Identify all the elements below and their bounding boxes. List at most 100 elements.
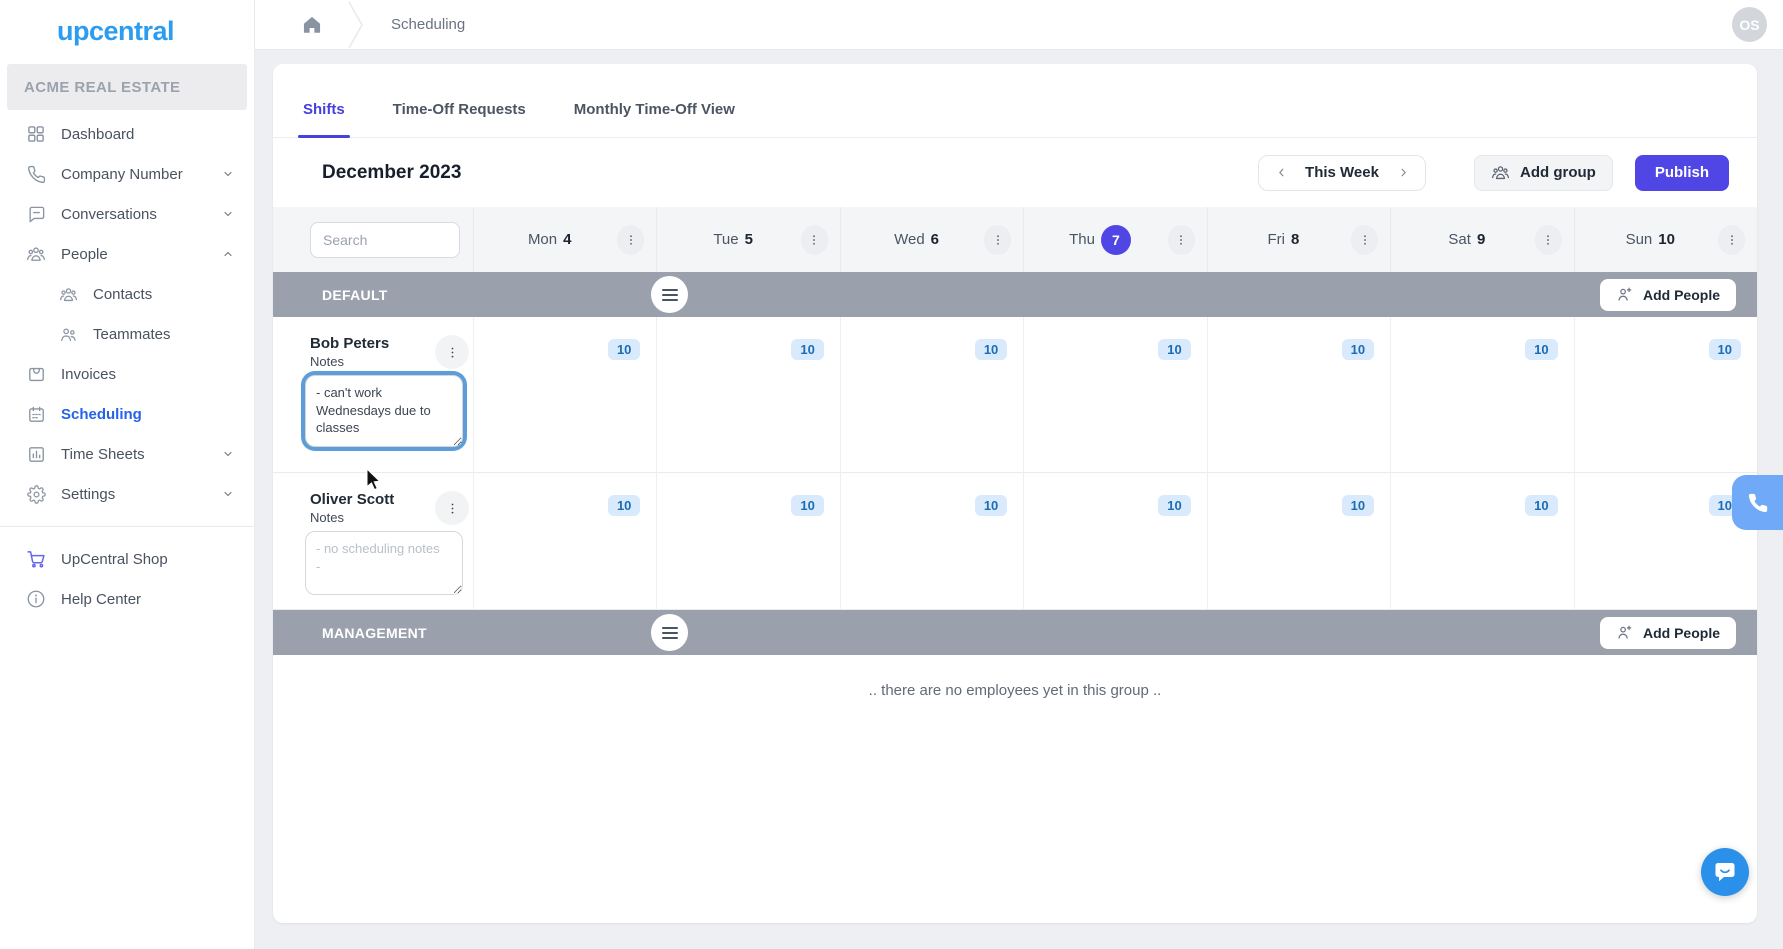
day-menu-kebab-icon[interactable] — [984, 225, 1011, 255]
day-menu-kebab-icon[interactable] — [801, 225, 828, 255]
hours-badge[interactable]: 10 — [791, 339, 823, 360]
day-name: Wed — [894, 231, 925, 248]
hours-badge[interactable]: 10 — [608, 339, 640, 360]
chevron-down-icon — [222, 208, 234, 220]
day-number: 6 — [931, 231, 939, 248]
group-menu-hamburger-icon[interactable] — [651, 276, 688, 313]
publish-button[interactable]: Publish — [1635, 155, 1729, 191]
sidebar-item-contacts[interactable]: Contacts — [0, 274, 254, 314]
sidebar-item-scheduling[interactable]: Scheduling — [0, 394, 254, 434]
hours-badge[interactable]: 10 — [1525, 339, 1557, 360]
sidebar-item-label: People — [61, 246, 108, 263]
shift-cell: 10 — [473, 317, 656, 473]
tab-time-off-requests[interactable]: Time-Off Requests — [391, 82, 528, 138]
avatar[interactable]: OS — [1732, 7, 1767, 42]
day-menu-kebab-icon[interactable] — [1718, 225, 1745, 255]
day-menu-kebab-icon[interactable] — [1168, 225, 1195, 255]
group-name: DEFAULT — [322, 287, 388, 303]
sidebar-item-dashboard[interactable]: Dashboard — [0, 114, 254, 154]
employee-menu-kebab-icon[interactable] — [435, 335, 469, 369]
sidebar-item-settings[interactable]: Settings — [0, 474, 254, 514]
employee-cell: Bob Peters Notes - can't work Wednesdays… — [273, 317, 473, 473]
shift-cell: 10 — [1207, 473, 1390, 610]
sidebar-item-label: Dashboard — [61, 126, 134, 143]
toolbar-actions: This Week Add group Publish — [1258, 155, 1729, 191]
hours-badge[interactable]: 10 — [1709, 339, 1741, 360]
people-group-icon — [1491, 163, 1510, 182]
day-header-tue: Tue 5 — [656, 207, 839, 272]
week-label: This Week — [1293, 164, 1391, 181]
prev-week-button[interactable] — [1269, 161, 1293, 185]
hours-badge[interactable]: 10 — [1525, 495, 1557, 516]
breadcrumb-separator — [345, 0, 367, 50]
day-header-mon: Mon4 — [473, 207, 656, 272]
sidebar-item-invoices[interactable]: Invoices — [0, 354, 254, 394]
month-title: December 2023 — [322, 162, 461, 184]
sidebar-item-label: Contacts — [93, 286, 152, 303]
day-number: 9 — [1477, 231, 1485, 248]
sidebar-item-help-center[interactable]: Help Center — [0, 579, 254, 619]
day-name: Tue — [713, 231, 738, 248]
next-week-button[interactable] — [1391, 161, 1415, 185]
employee-menu-kebab-icon[interactable] — [435, 491, 469, 525]
phone-call-tab[interactable] — [1732, 475, 1783, 530]
contacts-icon — [57, 283, 79, 305]
hours-badge[interactable]: 10 — [791, 495, 823, 516]
day-number: 5 — [745, 231, 753, 248]
hours-badge[interactable]: 10 — [1158, 495, 1190, 516]
tab-monthly-time-off-view[interactable]: Monthly Time-Off View — [572, 82, 737, 138]
day-number: 8 — [1291, 231, 1299, 248]
sidebar-item-teammates[interactable]: Teammates — [0, 314, 254, 354]
chevron-down-icon — [222, 448, 234, 460]
tab-shifts[interactable]: Shifts — [301, 82, 347, 138]
person-plus-icon — [1616, 286, 1633, 303]
employee-row-bob-peters: Bob Peters Notes - can't work Wednesdays… — [273, 317, 1757, 473]
day-menu-kebab-icon[interactable] — [617, 225, 644, 255]
shift-cell: 10 — [473, 473, 656, 610]
search-input[interactable] — [310, 222, 460, 258]
sidebar-item-company-number[interactable]: Company Number — [0, 154, 254, 194]
sidebar-item-label: Conversations — [61, 206, 157, 223]
notes-textarea[interactable] — [305, 531, 463, 595]
sidebar-item-label: Company Number — [61, 166, 183, 183]
phone-icon — [1748, 493, 1766, 511]
breadcrumb[interactable]: Scheduling — [391, 16, 465, 33]
shift-cell: 10 — [1023, 473, 1206, 610]
schedule-toolbar: December 2023 This Week Add group Publis… — [273, 138, 1757, 207]
sidebar-item-people[interactable]: People — [0, 234, 254, 274]
hours-badge[interactable]: 10 — [1158, 339, 1190, 360]
day-number: 10 — [1658, 231, 1675, 248]
day-menu-kebab-icon[interactable] — [1351, 225, 1378, 255]
day-name: Sat — [1448, 231, 1471, 248]
chat-launcher-icon[interactable] — [1701, 848, 1749, 896]
hours-badge[interactable]: 10 — [1342, 339, 1374, 360]
group-bar-management: MANAGEMENT Add People — [273, 610, 1757, 655]
add-group-button[interactable]: Add group — [1474, 155, 1613, 191]
hours-badge[interactable]: 10 — [608, 495, 640, 516]
schedule-header-row: Mon4 Tue5 Wed6 Thu7 Fri8 Sat9 Sun10 — [273, 207, 1757, 272]
hours-badge[interactable]: 10 — [975, 339, 1007, 360]
brand-logo: upcentral — [0, 0, 254, 47]
notes-textarea-focused[interactable]: - can't work Wednesdays due to classes — [305, 375, 463, 447]
people-group-icon — [25, 243, 47, 265]
hours-badge[interactable]: 10 — [975, 495, 1007, 516]
sidebar-item-conversations[interactable]: Conversations — [0, 194, 254, 234]
tab-bar: Shifts Time-Off Requests Monthly Time-Of… — [273, 64, 1757, 138]
day-header-wed: Wed 6 — [840, 207, 1023, 272]
hours-badge[interactable]: 10 — [1342, 495, 1374, 516]
sidebar-item-time-sheets[interactable]: Time Sheets — [0, 434, 254, 474]
gear-icon — [25, 483, 47, 505]
add-people-label: Add People — [1643, 287, 1720, 303]
add-group-label: Add group — [1520, 164, 1596, 181]
chevron-down-icon — [222, 488, 234, 500]
calendar-icon — [25, 403, 47, 425]
group-menu-hamburger-icon[interactable] — [651, 614, 688, 651]
add-people-button[interactable]: Add People — [1600, 617, 1736, 649]
add-people-button[interactable]: Add People — [1600, 279, 1736, 311]
workspace-selector[interactable]: ACME REAL ESTATE — [7, 64, 247, 110]
add-people-label: Add People — [1643, 625, 1720, 641]
day-name: Sun — [1626, 231, 1653, 248]
sidebar-item-upcentral-shop[interactable]: UpCentral Shop — [0, 539, 254, 579]
day-menu-kebab-icon[interactable] — [1535, 225, 1562, 255]
home-icon[interactable] — [301, 14, 323, 36]
